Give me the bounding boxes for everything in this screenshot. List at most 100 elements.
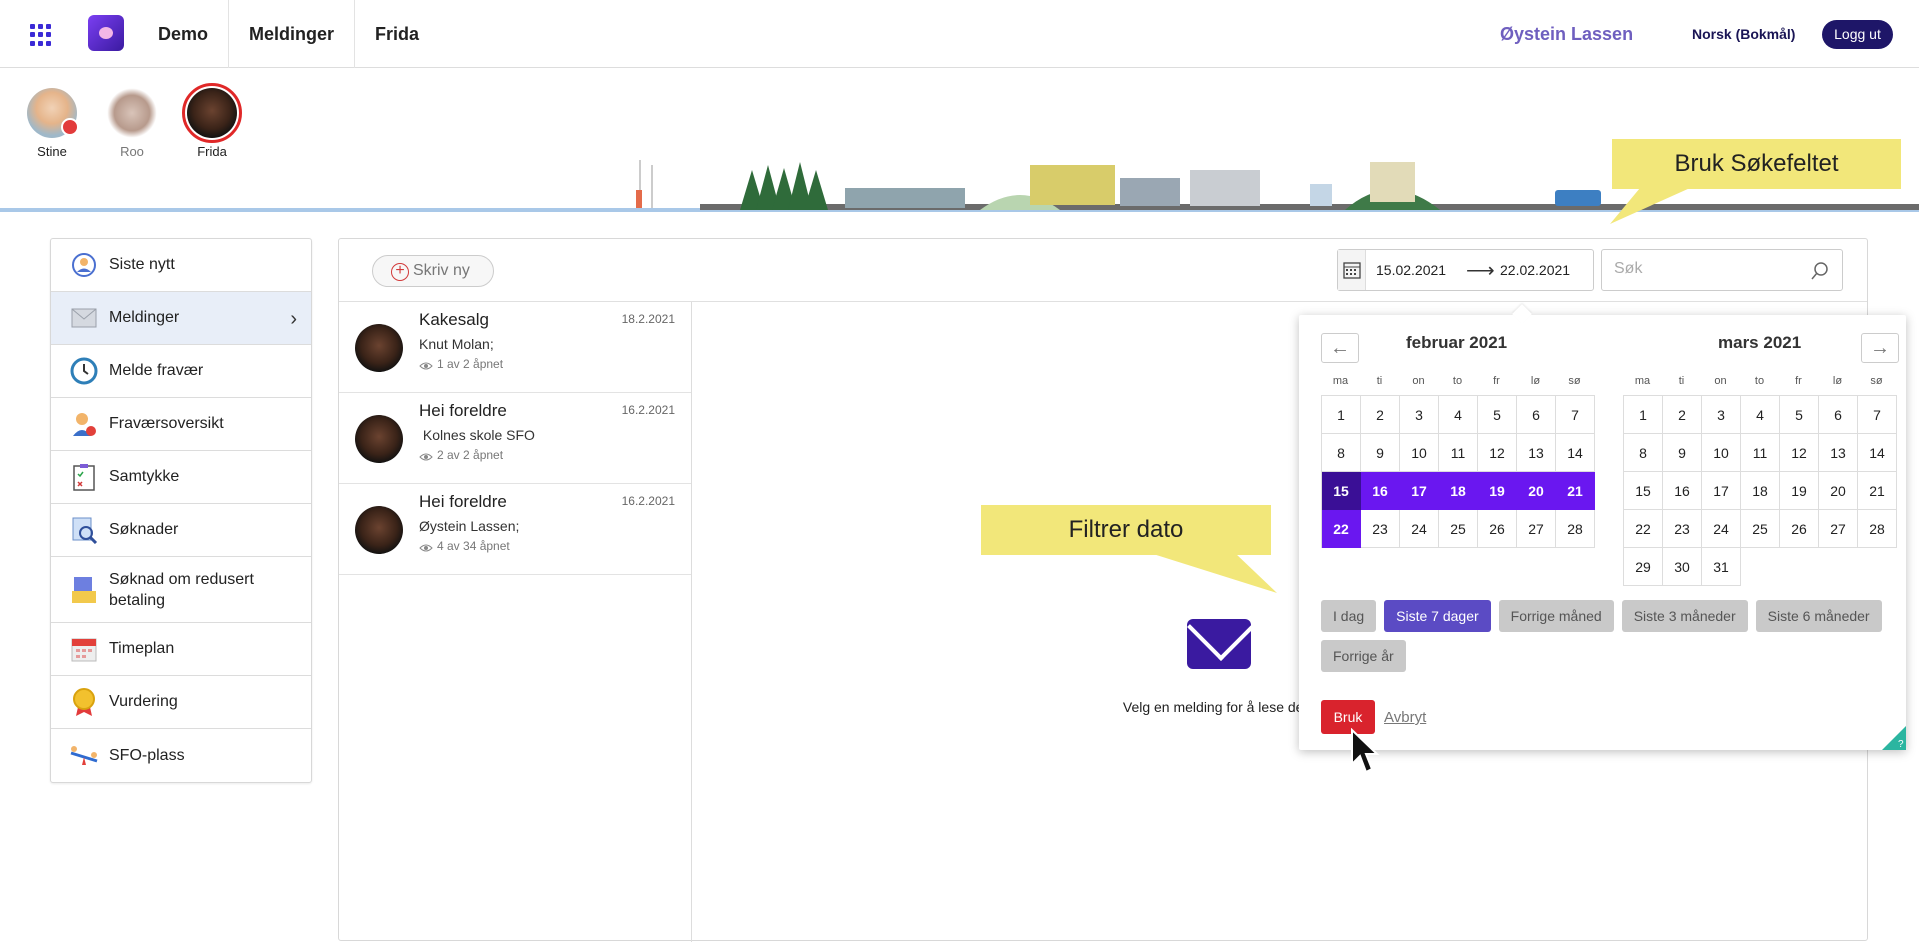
- calendar-icon[interactable]: [1338, 250, 1366, 290]
- next-month-button[interactable]: →: [1861, 333, 1899, 363]
- sidebar-item-fravaersoversikt[interactable]: Fraværsoversikt: [51, 398, 311, 451]
- day-cell[interactable]: 8: [1624, 434, 1663, 472]
- day-cell[interactable]: 1: [1322, 396, 1361, 434]
- date-range-field[interactable]: 15.02.2021 ⟶ 22.02.2021: [1337, 249, 1594, 291]
- preset-button[interactable]: Siste 3 måneder: [1621, 600, 1748, 632]
- day-cell[interactable]: 20: [1819, 472, 1858, 510]
- preset-button[interactable]: Siste 7 dager: [1384, 600, 1491, 632]
- weekday-label: to: [1754, 375, 1765, 387]
- nav-demo[interactable]: Demo: [138, 0, 228, 68]
- day-cell[interactable]: 30: [1663, 548, 1702, 586]
- day-cell[interactable]: 12: [1780, 434, 1819, 472]
- day-cell[interactable]: 15: [1624, 472, 1663, 510]
- day-cell[interactable]: 25: [1741, 510, 1780, 548]
- day-cell[interactable]: 28: [1858, 510, 1897, 548]
- day-cell[interactable]: 10: [1702, 434, 1741, 472]
- day-cell[interactable]: 27: [1517, 510, 1556, 548]
- sidebar-item-meldinger[interactable]: Meldinger ›: [51, 292, 311, 345]
- nav-frida[interactable]: Frida: [354, 0, 439, 68]
- day-cell[interactable]: 23: [1361, 510, 1400, 548]
- logout-button[interactable]: Logg ut: [1822, 20, 1893, 49]
- help-icon[interactable]: ?: [1878, 726, 1906, 750]
- day-cell[interactable]: 13: [1819, 434, 1858, 472]
- day-cell[interactable]: 2: [1361, 396, 1400, 434]
- day-cell[interactable]: 2: [1663, 396, 1702, 434]
- date-from[interactable]: 15.02.2021: [1376, 262, 1446, 278]
- preset-button[interactable]: I dag: [1321, 600, 1377, 632]
- day-cell[interactable]: 14: [1858, 434, 1897, 472]
- sidebar-item-siste-nytt[interactable]: Siste nytt: [51, 239, 311, 292]
- day-cell[interactable]: 6: [1517, 396, 1556, 434]
- day-cell[interactable]: 11: [1439, 434, 1478, 472]
- day-cell[interactable]: 7: [1858, 396, 1897, 434]
- day-cell[interactable]: 6: [1819, 396, 1858, 434]
- sidebar-item-vurdering[interactable]: Vurdering: [51, 676, 311, 729]
- sidebar-item-samtykke[interactable]: Samtykke: [51, 451, 311, 504]
- day-cell[interactable]: 18: [1741, 472, 1780, 510]
- day-cell[interactable]: 19: [1478, 472, 1517, 510]
- day-cell[interactable]: 31: [1702, 548, 1741, 586]
- day-cell[interactable]: 4: [1741, 396, 1780, 434]
- app-logo[interactable]: [88, 15, 124, 51]
- day-cell[interactable]: 5: [1478, 396, 1517, 434]
- sidebar-item-melde-fravaer[interactable]: Melde fravær: [51, 345, 311, 398]
- day-cell[interactable]: 3: [1400, 396, 1439, 434]
- day-cell[interactable]: 17: [1400, 472, 1439, 510]
- day-cell[interactable]: 27: [1819, 510, 1858, 548]
- day-cell[interactable]: 24: [1702, 510, 1741, 548]
- day-cell[interactable]: 19: [1780, 472, 1819, 510]
- day-cell[interactable]: 22: [1322, 510, 1361, 548]
- day-cell[interactable]: 11: [1741, 434, 1780, 472]
- day-cell[interactable]: 9: [1663, 434, 1702, 472]
- day-cell[interactable]: 29: [1624, 548, 1663, 586]
- day-cell[interactable]: 18: [1439, 472, 1478, 510]
- day-cell[interactable]: 23: [1663, 510, 1702, 548]
- day-cell[interactable]: 25: [1439, 510, 1478, 548]
- list-item[interactable]: Kakesalg 18.2.2021 Knut Molan; 1 av 2 åp…: [339, 302, 691, 393]
- new-message-button[interactable]: + Skriv ny: [372, 255, 494, 287]
- day-cell[interactable]: 17: [1702, 472, 1741, 510]
- day-cell[interactable]: 10: [1400, 434, 1439, 472]
- sidebar-item-soknad-redusert-betaling[interactable]: Søknad om redusert betaling: [51, 557, 311, 623]
- day-cell[interactable]: 16: [1663, 472, 1702, 510]
- day-cell[interactable]: 21: [1858, 472, 1897, 510]
- search-icon[interactable]: [1810, 261, 1830, 286]
- day-cell[interactable]: 21: [1556, 472, 1595, 510]
- plus-icon: +: [391, 263, 409, 281]
- day-cell[interactable]: 8: [1322, 434, 1361, 472]
- sidebar-item-timeplan[interactable]: Timeplan: [51, 623, 311, 676]
- user-name[interactable]: Øystein Lassen: [1500, 24, 1633, 45]
- day-cell[interactable]: 24: [1400, 510, 1439, 548]
- day-cell[interactable]: 1: [1624, 396, 1663, 434]
- sidebar-item-sfo-plass[interactable]: SFO-plass: [51, 729, 311, 782]
- search-callout: Bruk Søkefeltet: [1612, 139, 1901, 189]
- day-cell[interactable]: 13: [1517, 434, 1556, 472]
- day-cell[interactable]: 16: [1361, 472, 1400, 510]
- day-cell[interactable]: 4: [1439, 396, 1478, 434]
- sidebar-item-soknader[interactable]: Søknader: [51, 504, 311, 557]
- search-input[interactable]: [1614, 250, 1804, 288]
- prev-month-button[interactable]: ←: [1321, 333, 1359, 363]
- preset-button[interactable]: Forrige år: [1321, 640, 1406, 672]
- nav-meldinger[interactable]: Meldinger: [228, 0, 354, 68]
- day-cell[interactable]: 12: [1478, 434, 1517, 472]
- cancel-link[interactable]: Avbryt: [1384, 709, 1426, 726]
- day-cell[interactable]: 22: [1624, 510, 1663, 548]
- day-cell[interactable]: 26: [1478, 510, 1517, 548]
- apps-grid-icon[interactable]: [30, 24, 52, 46]
- day-cell[interactable]: 9: [1361, 434, 1400, 472]
- language-selector[interactable]: Norsk (Bokmål): [1692, 26, 1795, 42]
- day-cell[interactable]: 15: [1322, 472, 1361, 510]
- preset-button[interactable]: Siste 6 måneder: [1755, 600, 1882, 632]
- list-item[interactable]: Hei foreldre 16.2.2021 Kolnes skole SFO …: [339, 393, 691, 484]
- day-cell[interactable]: 20: [1517, 472, 1556, 510]
- list-item[interactable]: Hei foreldre 16.2.2021 Øystein Lassen; 4…: [339, 484, 691, 575]
- day-cell[interactable]: 3: [1702, 396, 1741, 434]
- day-cell[interactable]: 28: [1556, 510, 1595, 548]
- day-cell[interactable]: 14: [1556, 434, 1595, 472]
- preset-button[interactable]: Forrige måned: [1498, 600, 1614, 632]
- day-cell[interactable]: 26: [1780, 510, 1819, 548]
- day-cell[interactable]: 7: [1556, 396, 1595, 434]
- day-cell[interactable]: 5: [1780, 396, 1819, 434]
- date-to[interactable]: 22.02.2021: [1500, 262, 1570, 278]
